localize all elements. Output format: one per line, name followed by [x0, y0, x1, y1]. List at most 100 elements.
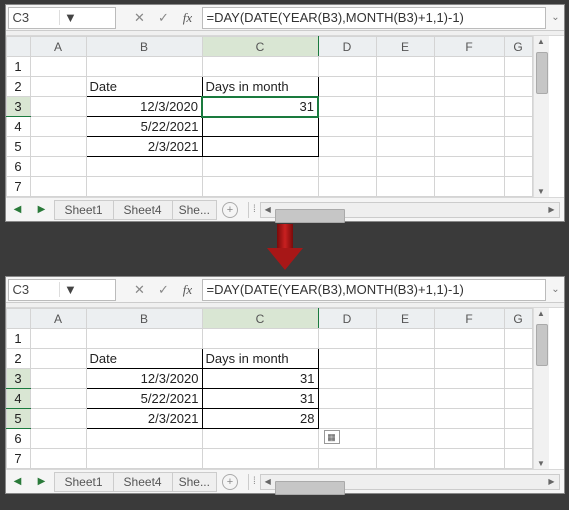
row-header[interactable]: 6 [6, 157, 30, 177]
cell-days-selected[interactable]: 31 [202, 97, 318, 117]
tab-nav-prev-icon[interactable]: ◀ [6, 476, 30, 487]
cell-empty[interactable] [202, 117, 318, 137]
cell-days[interactable]: 31 [202, 389, 318, 409]
accept-formula-icon[interactable]: ✓ [152, 279, 176, 301]
cell-date[interactable]: 5/22/2021 [86, 117, 202, 137]
fx-icon[interactable]: fx [176, 279, 200, 301]
cell-date[interactable]: 2/3/2021 [86, 137, 202, 157]
col-header[interactable]: G [504, 309, 532, 329]
col-header[interactable]: F [434, 309, 504, 329]
col-header[interactable]: A [30, 309, 86, 329]
row-header[interactable]: 2 [6, 77, 30, 97]
accept-formula-icon[interactable]: ✓ [152, 7, 176, 29]
row-header[interactable]: 1 [6, 57, 30, 77]
name-box[interactable]: C3 ▼ [8, 7, 116, 29]
row-header[interactable]: 5 [6, 137, 30, 157]
spreadsheet-grid[interactable]: A B C D E F G 1 2 Date Days in month 3 1… [6, 36, 533, 197]
row-header[interactable]: 7 [6, 449, 30, 469]
tab-nav-next-icon[interactable]: ▶ [30, 204, 54, 215]
arrow-down-icon [265, 224, 305, 270]
status-bar: ◀ ▶ Sheet1 Sheet4 She... + ⁞ ◀ ▶ [6, 197, 564, 221]
sheet-tab[interactable]: Sheet4 [113, 200, 173, 220]
autofill-options-icon[interactable]: ▦ [324, 430, 340, 444]
expand-formula-icon[interactable]: ⌄ [548, 12, 564, 23]
vertical-scrollbar[interactable]: ▲ ▼ [533, 308, 549, 469]
col-header[interactable]: D [318, 37, 376, 57]
excel-panel-after: C3 ▼ ✕ ✓ fx =DAY(DATE(YEAR(B3),MONTH(B3)… [5, 276, 565, 494]
col-header[interactable]: G [504, 37, 532, 57]
cell-header-days[interactable]: Days in month [202, 77, 318, 97]
add-sheet-icon[interactable]: + [222, 474, 238, 490]
cell-days[interactable]: 31 [202, 369, 318, 389]
col-header[interactable]: B [86, 37, 202, 57]
name-box[interactable]: C3 ▼ [8, 279, 116, 301]
row-header[interactable]: 3 [6, 97, 30, 117]
select-all-corner[interactable] [6, 37, 30, 57]
cell-header-days[interactable]: Days in month [202, 349, 318, 369]
col-header[interactable]: B [86, 309, 202, 329]
name-box-value: C3 [13, 10, 60, 25]
col-header[interactable]: E [376, 309, 434, 329]
excel-panel-before: C3 ▼ ✕ ✓ fx =DAY(DATE(YEAR(B3),MONTH(B3)… [5, 4, 565, 222]
cell-days[interactable]: 28 [202, 409, 318, 429]
vertical-scrollbar[interactable]: ▲ ▼ [533, 36, 549, 197]
row-header[interactable]: 7 [6, 177, 30, 197]
formula-text: =DAY(DATE(YEAR(B3),MONTH(B3)+1,1)-1) [207, 10, 464, 25]
add-sheet-icon[interactable]: + [222, 202, 238, 218]
cell-date[interactable]: 5/22/2021 [86, 389, 202, 409]
scroll-down-icon[interactable]: ▼ [534, 187, 549, 196]
cell-empty[interactable] [202, 137, 318, 157]
drag-handle-icon[interactable]: ⁞ [253, 476, 256, 487]
sheet-tab-truncated[interactable]: She... [172, 472, 217, 492]
col-header[interactable]: E [376, 37, 434, 57]
col-header[interactable]: F [434, 37, 504, 57]
tab-nav-next-icon[interactable]: ▶ [30, 476, 54, 487]
cancel-formula-icon[interactable]: ✕ [128, 279, 152, 301]
fx-icon[interactable]: fx [176, 7, 200, 29]
col-header[interactable]: C [202, 309, 318, 329]
row-header[interactable]: 3 [6, 369, 30, 389]
horizontal-scrollbar[interactable]: ◀ ▶ [260, 202, 560, 218]
scroll-left-icon[interactable]: ◀ [261, 477, 275, 486]
col-header[interactable]: C [202, 37, 318, 57]
canvas: C3 ▼ ✕ ✓ fx =DAY(DATE(YEAR(B3),MONTH(B3)… [0, 0, 569, 510]
row-header[interactable]: 1 [6, 329, 30, 349]
sheet-tab-truncated[interactable]: She... [172, 200, 217, 220]
expand-formula-icon[interactable]: ⌄ [548, 284, 564, 295]
col-header[interactable]: D [318, 309, 376, 329]
cell-date[interactable]: 12/3/2020 [86, 369, 202, 389]
select-all-corner[interactable] [6, 309, 30, 329]
row-header[interactable]: 6 [6, 429, 30, 449]
spreadsheet-grid[interactable]: A B C D E F G 1 2 Date Days in month 3 1… [6, 308, 533, 469]
formula-input[interactable]: =DAY(DATE(YEAR(B3),MONTH(B3)+1,1)-1) [202, 279, 546, 301]
chevron-down-icon[interactable]: ▼ [59, 282, 111, 297]
cell-date[interactable]: 2/3/2021 [86, 409, 202, 429]
drag-handle-icon[interactable]: ⁞ [253, 204, 256, 215]
chevron-down-icon[interactable]: ▼ [59, 10, 111, 25]
row-header[interactable]: 4 [6, 389, 30, 409]
scroll-up-icon[interactable]: ▲ [534, 309, 549, 318]
cell-header-date[interactable]: Date [86, 77, 202, 97]
horizontal-scrollbar[interactable]: ◀ ▶ [260, 474, 560, 490]
formula-bar: C3 ▼ ✕ ✓ fx =DAY(DATE(YEAR(B3),MONTH(B3)… [6, 5, 564, 31]
cell-date[interactable]: 12/3/2020 [86, 97, 202, 117]
sheet-tab[interactable]: Sheet4 [113, 472, 173, 492]
tab-nav-prev-icon[interactable]: ◀ [6, 204, 30, 215]
scroll-left-icon[interactable]: ◀ [261, 205, 275, 214]
row-header[interactable]: 5 [6, 409, 30, 429]
formula-input[interactable]: =DAY(DATE(YEAR(B3),MONTH(B3)+1,1)-1) [202, 7, 546, 29]
sheet-tab[interactable]: Sheet1 [54, 472, 114, 492]
col-header[interactable]: A [30, 37, 86, 57]
sheet-tab[interactable]: Sheet1 [54, 200, 114, 220]
name-box-value: C3 [13, 282, 60, 297]
scroll-right-icon[interactable]: ▶ [545, 477, 559, 486]
scroll-down-icon[interactable]: ▼ [534, 459, 549, 468]
scroll-up-icon[interactable]: ▲ [534, 37, 549, 46]
cell-header-date[interactable]: Date [86, 349, 202, 369]
scroll-right-icon[interactable]: ▶ [545, 205, 559, 214]
formula-bar: C3 ▼ ✕ ✓ fx =DAY(DATE(YEAR(B3),MONTH(B3)… [6, 277, 564, 303]
formula-text: =DAY(DATE(YEAR(B3),MONTH(B3)+1,1)-1) [207, 282, 464, 297]
cancel-formula-icon[interactable]: ✕ [128, 7, 152, 29]
row-header[interactable]: 4 [6, 117, 30, 137]
row-header[interactable]: 2 [6, 349, 30, 369]
